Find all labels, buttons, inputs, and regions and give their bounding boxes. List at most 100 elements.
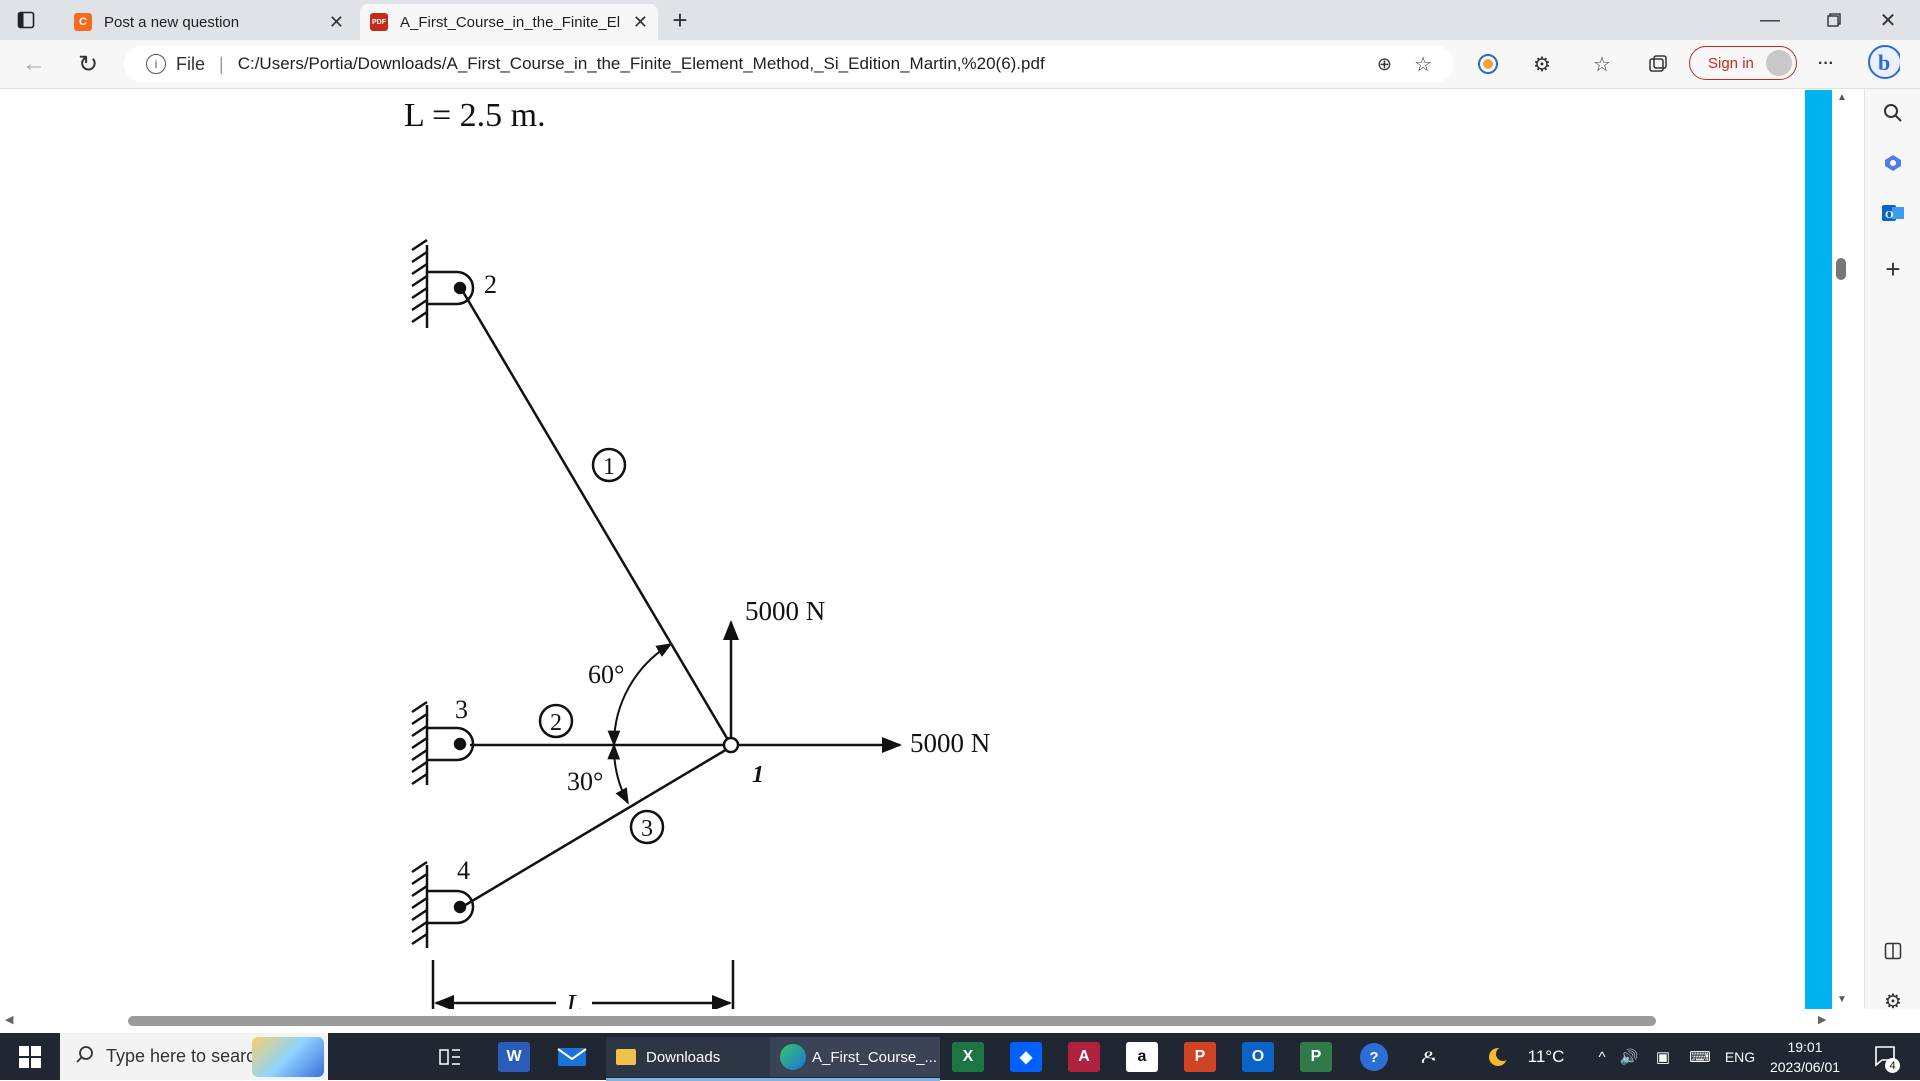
language-indicator[interactable]: ENG [1720,1037,1760,1077]
start-button[interactable] [8,1037,52,1077]
close-tab-icon[interactable]: ✕ [633,12,648,33]
downloads-label: Downloads [646,1048,721,1066]
node-label-4: 4 [457,856,470,885]
svg-text:b: b [1878,50,1890,75]
add-sidebar-item-icon[interactable]: + [1877,253,1909,285]
angle-arc-30 [607,743,629,805]
volume-icon[interactable]: 🔊 [1614,1037,1644,1077]
network-icon[interactable]: ▣ [1648,1037,1678,1077]
scroll-right-icon[interactable]: ▶ [1818,1013,1826,1026]
pdf-window-label: A_First_Course_... [812,1048,938,1066]
tab-bar: C Post a new question ✕ PDF A_First_Cour… [0,0,1920,40]
dimension-line [431,960,735,1009]
back-icon[interactable]: ← [18,48,50,80]
outlook-taskbar-icon[interactable]: O [1238,1037,1278,1077]
extensions-icon[interactable]: ⚙ [1526,48,1558,80]
folder-icon [616,1049,636,1065]
svg-text:O: O [1885,209,1894,221]
avatar [1766,50,1792,76]
clock[interactable]: 19:01 2023/06/01 [1762,1037,1848,1077]
url-separator: | [219,53,224,74]
excel-icon[interactable]: X [948,1037,988,1077]
taskbar-search[interactable]: Type here to search [60,1033,328,1080]
access-icon[interactable]: A [1064,1037,1104,1077]
force-label-horizontal: 5000 N [910,728,990,758]
length-label: L = 2.5 m. [404,97,546,134]
temperature[interactable]: 11°C [1520,1037,1572,1077]
clock-date: 2023/06/01 [1769,1059,1841,1075]
outlook-icon[interactable]: O [1877,197,1909,229]
search-icon[interactable] [1877,97,1909,129]
tab-title: A_First_Course_in_the_Finite_Elem [400,13,620,31]
force-label-vertical: 5000 N [745,596,825,626]
taskbar: Type here to search W Downloads A_First_… [0,1033,1920,1081]
node-label-2: 2 [484,270,497,299]
pdf-viewer: L = 2.5 m. 1 2 3 1 2 3 4 60° 30° 5000 N … [0,89,1803,1009]
angle-label-30: 30° [567,767,603,796]
edge-pdf-window[interactable]: A_First_Course_... [770,1037,940,1081]
address-bar[interactable]: i File | C:/Users/Portia/Downloads/A_Fir… [124,46,1454,82]
bing-icon[interactable]: b [1868,45,1900,79]
tab-pdf[interactable]: PDF A_First_Course_in_the_Finite_Elem ✕ [360,4,658,40]
close-window-icon[interactable]: ✕ [1872,4,1904,36]
dropbox-icon[interactable]: ◆ [1006,1037,1046,1077]
keyboard-icon[interactable]: ⌨ [1682,1037,1718,1077]
search-placeholder: Type here to search [106,1046,266,1066]
vertical-scrollbar-thumb[interactable] [1805,90,1832,1010]
zoom-icon[interactable]: ⊕ [1377,54,1392,75]
task-view-icon[interactable] [432,1037,468,1077]
angle-label-60: 60° [588,660,624,689]
collections-icon[interactable] [1642,48,1674,80]
tab-title: Post a new question [104,13,240,31]
people-icon[interactable]: ዶ [1408,1037,1448,1077]
horizontal-scrollbar-thumb[interactable] [128,1016,1656,1026]
help-icon[interactable]: ? [1354,1037,1394,1077]
element-label-2: 2 [550,710,562,736]
mail-icon[interactable] [552,1037,592,1077]
add-favorite-icon[interactable]: ☆ [1414,52,1432,77]
split-screen-icon[interactable] [1877,935,1909,967]
sign-in-label: Sign in [1708,54,1754,72]
favorites-icon[interactable]: ☆ [1586,48,1618,80]
weather-icon[interactable] [1480,1037,1520,1077]
scroll-down-icon[interactable]: ▼ [1837,994,1847,1005]
sign-in-button[interactable]: Sign in [1689,46,1797,80]
scroll-up-icon[interactable]: ▲ [1837,92,1847,103]
sidebar-settings-icon[interactable]: ⚙ [1877,985,1909,1017]
shopping-icon[interactable] [1877,147,1909,179]
minimize-icon[interactable]: — [1754,4,1786,36]
dimension-label: L [565,990,582,1009]
element-label-3: 3 [641,816,653,842]
file-label: File [176,53,206,74]
show-hidden-icons[interactable]: ^ [1592,1037,1612,1077]
restore-icon[interactable] [1818,4,1850,36]
support-node-2 [411,238,475,328]
file-explorer-downloads[interactable]: Downloads [606,1037,776,1081]
copilot-extension-icon[interactable] [1472,48,1504,80]
notifications-icon[interactable]: 4 [1866,1037,1906,1077]
url-text[interactable]: C:/Users/Portia/Downloads/A_First_Course… [238,54,1045,74]
notification-badge: 4 [1885,1058,1900,1073]
search-highlight-icon [252,1037,324,1077]
new-tab-button[interactable]: + [664,4,696,36]
chegg-favicon-icon: C [74,13,92,31]
scroll-left-icon[interactable]: ◀ [5,1013,13,1026]
close-tab-icon[interactable]: ✕ [329,12,344,33]
tab-actions-icon[interactable] [10,4,42,36]
info-icon[interactable]: i [146,54,166,74]
powerpoint-icon[interactable]: P [1180,1037,1220,1077]
edge-sidebar: O + ⚙ [1864,89,1920,1013]
node-label-3: 3 [455,695,468,724]
element-label-1: 1 [603,454,615,480]
refresh-icon[interactable]: ↻ [72,48,104,80]
word-icon[interactable]: W [494,1037,534,1077]
tab-post-question[interactable]: C Post a new question ✕ [64,4,354,40]
edge-icon [780,1044,806,1070]
clock-time: 19:01 [1787,1039,1823,1055]
search-icon [76,1045,94,1068]
scroll-position-marker[interactable] [1836,258,1846,280]
node-1 [722,736,740,754]
project-icon[interactable]: P [1296,1037,1336,1077]
more-menu-icon[interactable]: ··· [1810,48,1842,80]
amazon-icon[interactable]: a [1122,1037,1162,1077]
